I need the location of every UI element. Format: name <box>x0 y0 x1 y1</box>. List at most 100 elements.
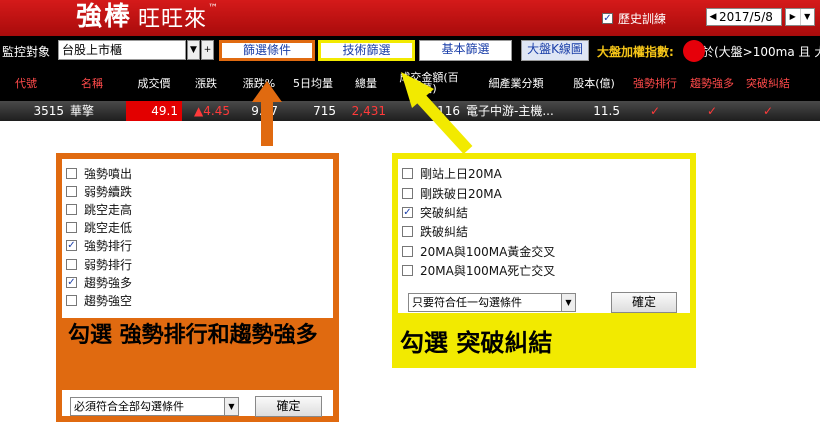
col-avg5[interactable]: 5日均量 <box>286 65 340 101</box>
col-breakout[interactable]: 突破糾結 <box>740 65 796 101</box>
checkbox[interactable] <box>402 265 413 277</box>
confirm-button[interactable]: 確定 <box>611 292 677 313</box>
ma-filter-panel: 剛站上日20MA 剛跌破日20MA ✓ 突破糾結 跌破糾結 20MA與100MA黃… <box>392 153 696 319</box>
cell-industry: 電子中游-主機... <box>466 104 554 118</box>
option-label: 跳空走高 <box>84 202 133 217</box>
history-training-label: 歷史訓練 <box>618 12 667 26</box>
col-code[interactable]: 代號 <box>0 65 52 101</box>
option-label: 剛站上日20MA <box>420 167 502 182</box>
col-trend-strong[interactable]: 趨勢強多 <box>684 65 740 101</box>
checkbox[interactable] <box>66 203 77 215</box>
logo-trademark: ™ <box>208 3 219 14</box>
option-label: 強勢噴出 <box>84 166 133 181</box>
checkbox[interactable] <box>66 294 77 306</box>
option-death-cross[interactable]: 20MA與100MA死亡交叉 <box>402 261 690 280</box>
option-trend-strong-short[interactable]: 趨勢強空 <box>66 291 333 309</box>
technical-filter-button[interactable]: 技術篩選 <box>318 40 415 61</box>
checkbox-checked-icon[interactable]: ✓ <box>602 13 613 24</box>
col-strong-rank[interactable]: 強勢排行 <box>626 65 684 101</box>
match-mode-value: 必須符合全部勾選條件 <box>74 400 184 413</box>
cell-change: ▲4.45 <box>194 104 230 118</box>
market-dropdown-button[interactable]: ▼ <box>187 40 200 60</box>
option-label: 剛跌破日20MA <box>420 186 502 201</box>
check-mark-icon: ✓ <box>762 104 774 118</box>
ma-option-list: 剛站上日20MA 剛跌破日20MA ✓ 突破糾結 跌破糾結 20MA與100MA黃… <box>398 159 690 284</box>
logo-bold-text: 強棒 <box>76 2 133 32</box>
checkbox[interactable] <box>402 187 413 199</box>
add-market-button[interactable]: + <box>201 40 214 60</box>
checkbox[interactable] <box>402 168 413 180</box>
table-header: 代號 名稱 成交價 漲跌 漲跌% 5日均量 總量 成交金額(百萬) 細產業分類 … <box>0 65 820 101</box>
option-below-20ma[interactable]: 剛跌破日20MA <box>402 183 690 202</box>
cell-code: 3515 <box>33 104 64 118</box>
filter-conditions-button[interactable]: 篩選條件 <box>219 40 315 61</box>
col-capital[interactable]: 股本(億) <box>564 65 624 101</box>
option-gap-down[interactable]: 跳空走低 <box>66 219 333 237</box>
triangle-down-icon[interactable]: ▼ <box>799 9 815 25</box>
index-condition-text: 於(大盤>100ma 且 大 <box>702 45 820 59</box>
app-header: 強棒 旺旺來 ™ ✓ 歷史訓練 ◀ 2017/5/8 ▶ ▼ <box>0 0 820 36</box>
history-training-toggle[interactable]: ✓ 歷史訓練 <box>602 10 666 27</box>
confirm-button[interactable]: 確定 <box>255 396 322 417</box>
cell-price: 49.1 <box>126 101 182 121</box>
checkbox-checked-icon[interactable]: ✓ <box>402 206 413 218</box>
triangle-left-icon[interactable]: ◀ <box>707 12 719 22</box>
option-label: 趨勢強多 <box>84 275 133 290</box>
option-strong-rank[interactable]: ✓ 強勢排行 <box>66 237 333 255</box>
checkbox[interactable] <box>66 222 77 234</box>
check-mark-icon: ✓ <box>706 104 718 118</box>
triangle-right-icon[interactable]: ▶ <box>786 9 800 25</box>
col-change-pct[interactable]: 漲跌% <box>236 65 282 101</box>
cell-capital: 11.5 <box>593 104 620 118</box>
option-label: 弱勢排行 <box>84 257 133 272</box>
checkbox[interactable] <box>402 245 413 257</box>
option-label: 強勢排行 <box>84 239 133 254</box>
toolbar: 監控對象 台股上市櫃 ▼ + 篩選條件 技術篩選 基本篩選 大盤K線圖 大盤加權… <box>0 36 820 65</box>
table-row[interactable]: 3515 華擎 49.1 ▲4.45 9.97 715 2,431 116 電子… <box>0 101 820 121</box>
match-mode-select[interactable]: 必須符合全部勾選條件 ▼ <box>70 397 239 416</box>
option-label: 20MA與100MA黃金交叉 <box>420 244 556 259</box>
option-label: 弱勢續跌 <box>84 184 133 199</box>
monitor-target-label: 監控對象 <box>2 45 51 59</box>
option-label: 20MA與100MA死亡交叉 <box>420 264 556 279</box>
checkbox[interactable] <box>66 185 77 197</box>
checkbox-checked-icon[interactable]: ✓ <box>66 276 77 288</box>
option-gap-up[interactable]: 跳空走高 <box>66 200 333 218</box>
checkbox-checked-icon[interactable]: ✓ <box>66 240 77 252</box>
checkbox[interactable] <box>66 258 77 270</box>
option-breakdown-consolidation[interactable]: 跌破糾結 <box>402 222 690 241</box>
col-name[interactable]: 名稱 <box>66 65 118 101</box>
option-weak-rank[interactable]: 弱勢排行 <box>66 255 333 273</box>
date-stepper[interactable]: ▶ ▼ <box>785 8 815 26</box>
red-dot-icon <box>683 40 705 62</box>
option-label: 跌破糾結 <box>420 225 469 240</box>
option-trend-strong-long[interactable]: ✓ 趨勢強多 <box>66 273 333 291</box>
col-price[interactable]: 成交價 <box>130 65 178 101</box>
index-kline-button[interactable]: 大盤K線圖 <box>521 40 589 61</box>
option-label: 跳空走低 <box>84 221 133 236</box>
col-change[interactable]: 漲跌 <box>186 65 226 101</box>
checkbox[interactable] <box>402 226 413 238</box>
option-weak-continue-fall[interactable]: 弱勢續跌 <box>66 182 333 200</box>
match-mode-select[interactable]: 只要符合任一勾選條件 ▼ <box>408 293 576 312</box>
date-picker[interactable]: ◀ 2017/5/8 <box>706 8 782 26</box>
option-strong-surge[interactable]: 強勢噴出 <box>66 164 333 182</box>
checkbox[interactable] <box>66 167 77 179</box>
market-select[interactable]: 台股上市櫃 <box>58 40 186 60</box>
logo-text: 旺旺來 <box>138 7 208 32</box>
col-volume[interactable]: 總量 <box>344 65 388 101</box>
col-industry[interactable]: 細產業分類 <box>472 65 560 101</box>
triangle-down-icon[interactable]: ▼ <box>561 294 575 311</box>
fundamental-filter-button[interactable]: 基本篩選 <box>419 40 512 61</box>
option-golden-cross[interactable]: 20MA與100MA黃金交叉 <box>402 242 690 261</box>
annotation-orange: 勾選 強勢排行和趨勢強多 <box>56 318 339 390</box>
check-mark-icon: ✓ <box>649 104 661 118</box>
col-amount[interactable]: 成交金額(百萬) <box>396 65 462 101</box>
cell-amount: 116 <box>437 104 460 118</box>
option-above-20ma[interactable]: 剛站上日20MA <box>402 164 690 183</box>
option-breakout-consolidation[interactable]: ✓ 突破糾結 <box>402 203 690 222</box>
trend-option-list: 強勢噴出 弱勢續跌 跳空走高 跳空走低 ✓ 強勢排行 弱勢排行 ✓ 趨勢強多 趨勢強… <box>62 159 333 316</box>
index-weight-label: 大盤加權指數: <box>597 45 674 59</box>
option-label: 趨勢強空 <box>84 293 133 308</box>
triangle-down-icon[interactable]: ▼ <box>224 398 238 415</box>
